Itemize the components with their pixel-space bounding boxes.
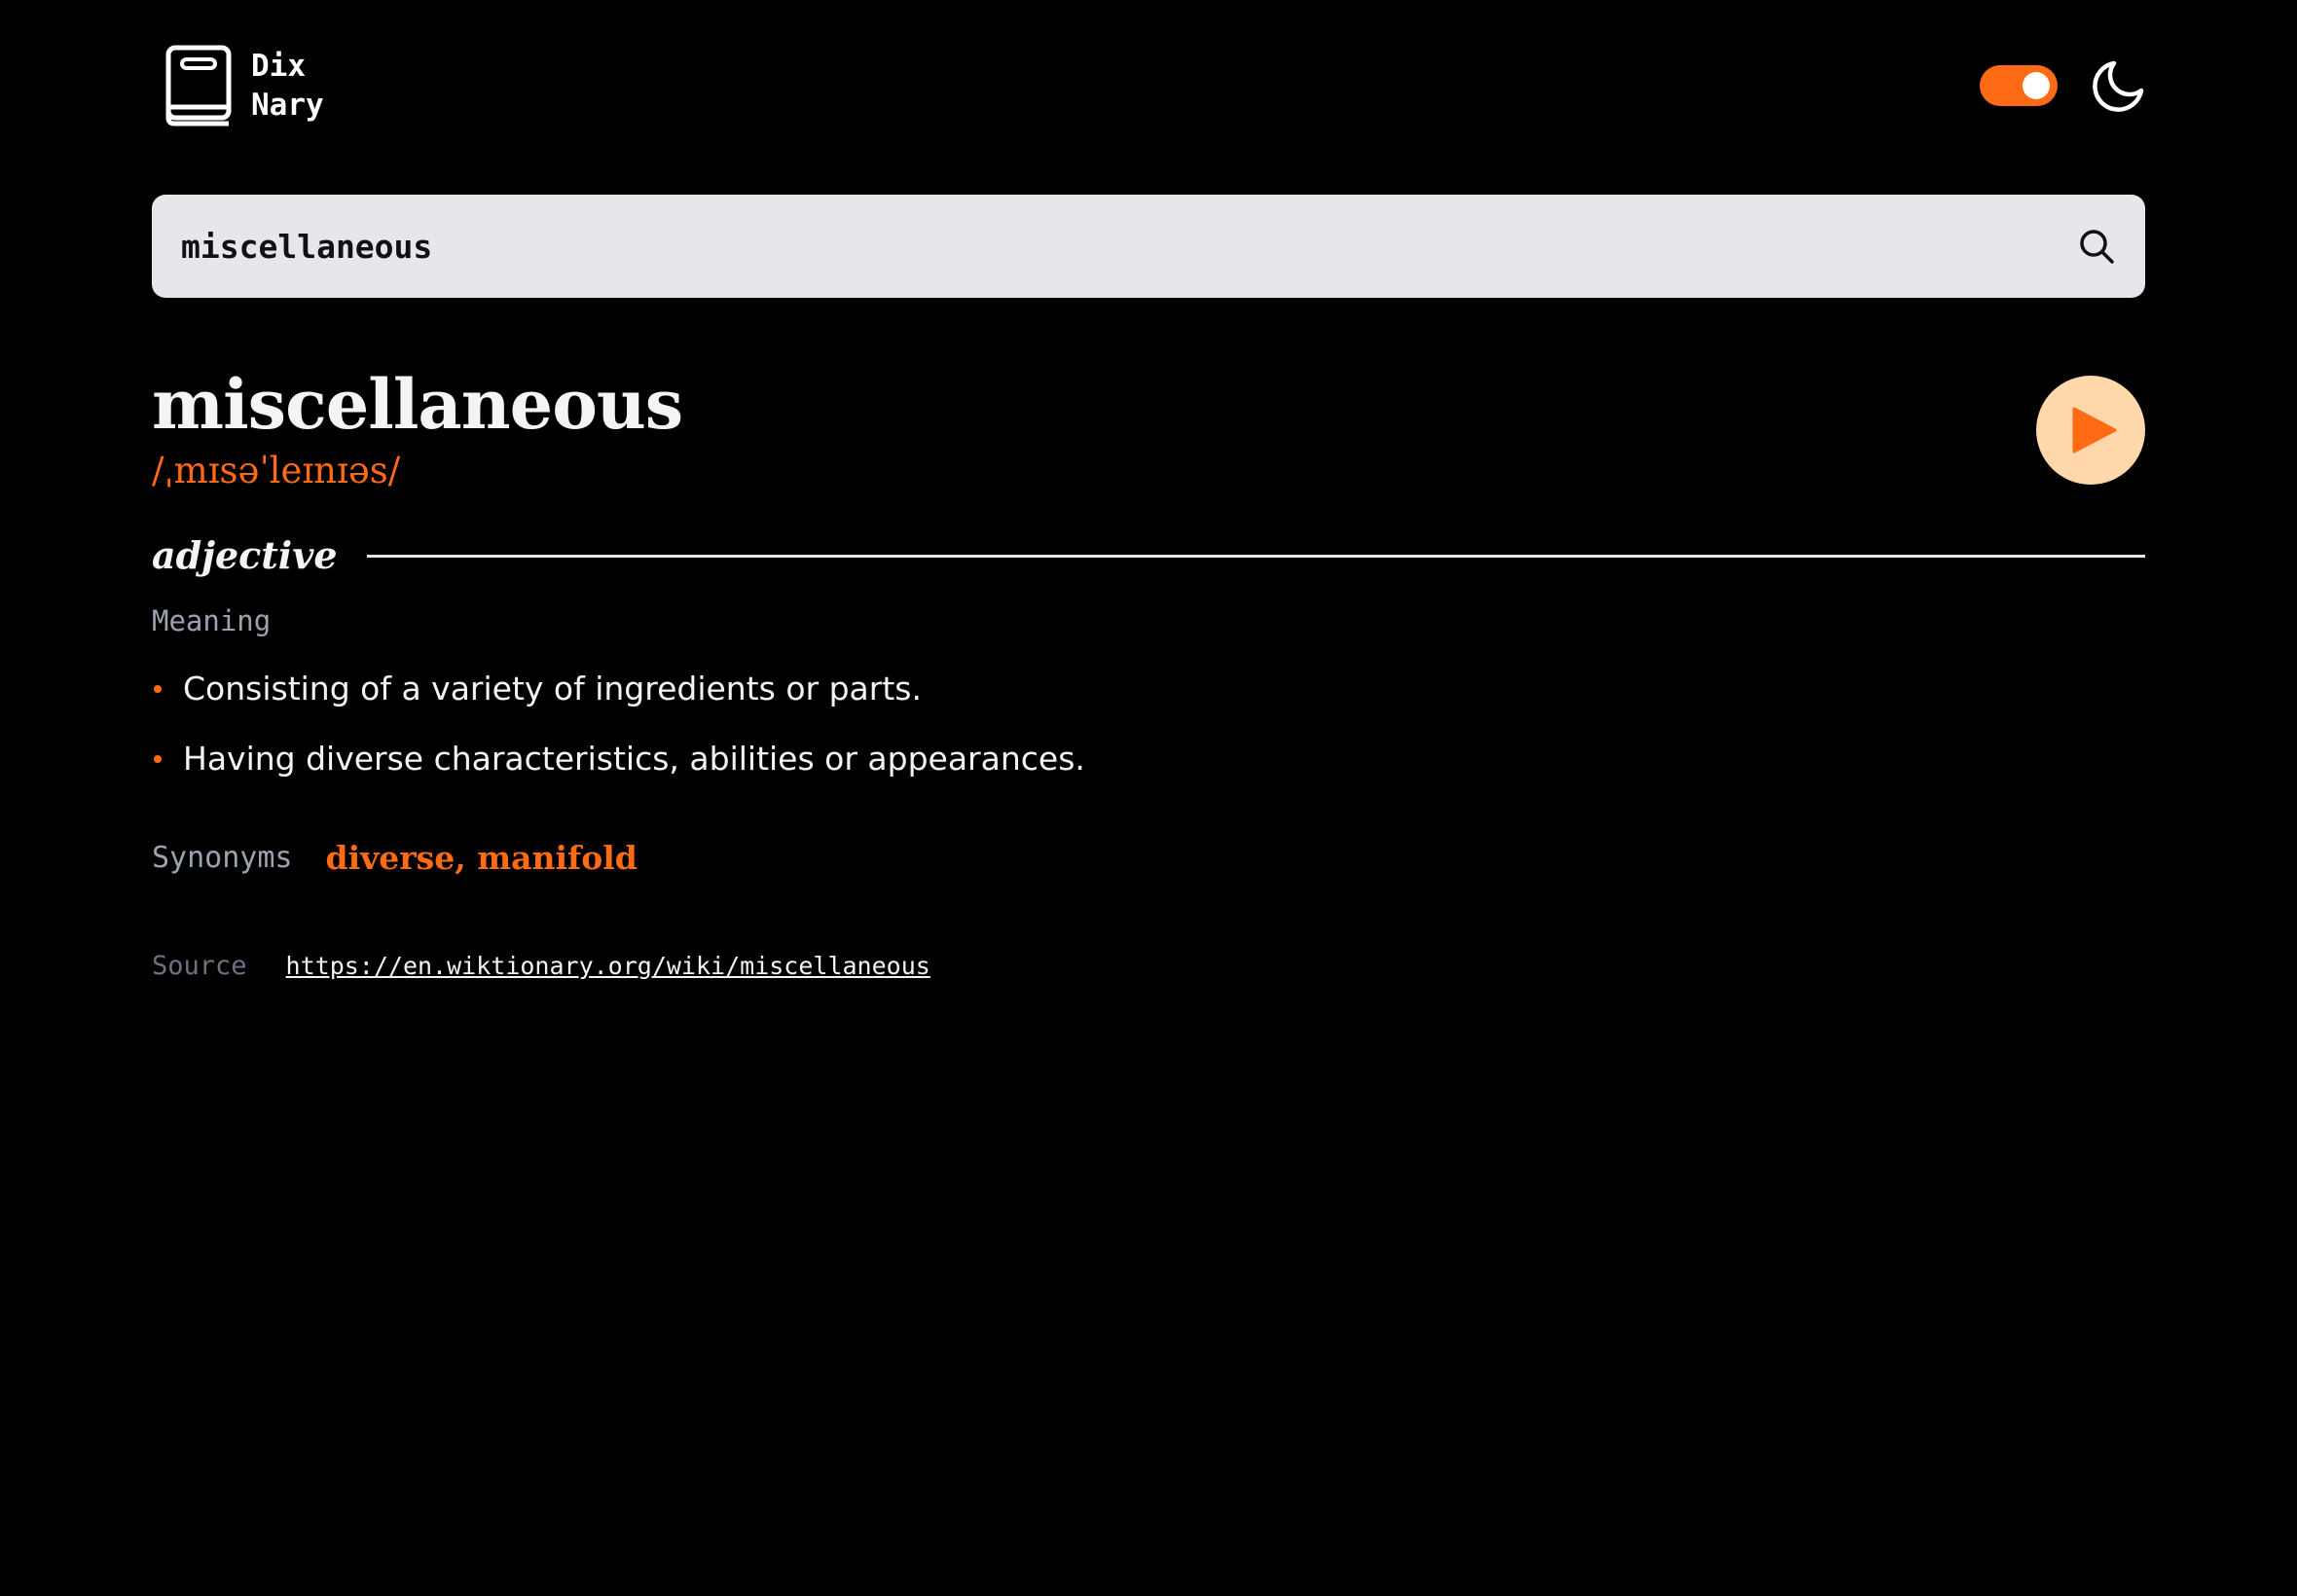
meaning-label: Meaning (152, 604, 272, 637)
definition-text: Consisting of a variety of ingredients o… (183, 670, 922, 707)
header: Dix Nary (152, 0, 2145, 171)
source-link[interactable]: https://en.wiktionary.org/wiki/miscellan… (286, 952, 930, 980)
synonyms-row: Synonyms diverse, manifold (152, 839, 2145, 877)
search-bar (152, 195, 2145, 298)
synonyms-label: Synonyms (152, 841, 293, 875)
book-icon (165, 45, 232, 127)
synonyms-links[interactable]: diverse, manifold (326, 839, 638, 877)
bullet-icon (154, 755, 162, 763)
bullet-icon (154, 685, 162, 693)
word-title: miscellaneous (152, 364, 683, 445)
definition-item: Consisting of a variety of ingredients o… (152, 668, 2145, 710)
part-of-speech-row: adjective (152, 531, 2145, 580)
search-icon[interactable] (2077, 227, 2116, 266)
definition-item: Having diverse characteristics, abilitie… (152, 738, 2145, 780)
theme-toggle[interactable] (1980, 65, 2058, 106)
brand-name: Dix Nary (251, 47, 324, 125)
part-of-speech: adjective (152, 533, 338, 577)
definition-text: Having diverse characteristics, abilitie… (183, 740, 1085, 778)
word-header: miscellaneous /ˌmɪsəˈleɪnɪəs/ (152, 366, 2145, 494)
brand-name-line2: Nary (251, 88, 324, 123)
header-controls (1980, 59, 2145, 112)
toggle-knob (2023, 72, 2050, 99)
play-icon (2072, 407, 2117, 453)
search-input[interactable] (181, 227, 1933, 266)
source-label: Source (152, 951, 247, 981)
definition-list: Consisting of a variety of ingredients o… (152, 668, 2145, 780)
source-row: Source https://en.wiktionary.org/wiki/mi… (152, 951, 2145, 981)
divider (366, 554, 2145, 558)
brand-name-line1: Dix (251, 49, 306, 84)
word-info: miscellaneous /ˌmɪsəˈleɪnɪəs/ (152, 364, 683, 494)
moon-icon[interactable] (2093, 59, 2145, 112)
play-audio-button[interactable] (2036, 376, 2145, 485)
phonetic-text: /ˌmɪsəˈleɪnɪəs/ (152, 450, 401, 491)
app-page: Dix Nary miscellaneous /ˌmɪsəˈleɪnɪəs/ (0, 0, 2297, 1596)
brand-logo[interactable]: Dix Nary (165, 45, 324, 127)
